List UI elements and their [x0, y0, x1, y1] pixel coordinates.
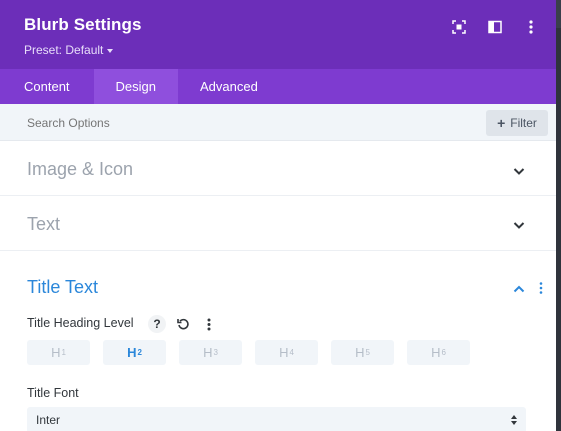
- more-vertical-icon[interactable]: [538, 281, 544, 295]
- heading-option-h1[interactable]: H1: [27, 340, 90, 365]
- tab-design[interactable]: Design: [93, 69, 179, 104]
- filter-button[interactable]: + Filter: [486, 110, 548, 136]
- panel-title: Blurb Settings: [24, 15, 142, 34]
- title-font-label: Title Font: [27, 386, 79, 400]
- heading-option-h3[interactable]: H3: [179, 340, 242, 365]
- preset-label: Preset: Default: [24, 43, 104, 57]
- help-icon[interactable]: ?: [148, 315, 166, 333]
- more-vertical-icon[interactable]: [522, 18, 540, 36]
- panel-header: Blurb Settings Preset: Default: [0, 0, 556, 69]
- select-updown-icon: [511, 415, 517, 425]
- title-font-select[interactable]: Inter: [27, 407, 526, 431]
- reset-icon[interactable]: [174, 315, 192, 333]
- search-options-input[interactable]: [27, 116, 327, 130]
- chevron-up-icon[interactable]: [512, 282, 526, 296]
- caret-down-icon: [107, 48, 114, 53]
- tab-advanced[interactable]: Advanced: [178, 69, 280, 104]
- blurb-settings-panel: Blurb Settings Preset: Default Content D…: [0, 0, 556, 431]
- plus-icon: +: [497, 115, 506, 131]
- section-title: Text: [27, 214, 61, 234]
- title-font-value: Inter: [36, 413, 61, 427]
- search-bar: + Filter: [0, 104, 556, 141]
- settings-tabs: Content Design Advanced: [0, 69, 556, 104]
- focus-icon[interactable]: [450, 18, 468, 36]
- heading-option-h6[interactable]: H6: [407, 340, 470, 365]
- preset-selector[interactable]: Preset: Default: [24, 43, 114, 57]
- heading-option-h2[interactable]: H2: [103, 340, 166, 365]
- section-title: Image & Icon: [27, 159, 134, 179]
- section-text[interactable]: Text: [0, 196, 556, 251]
- section-title-text: Title Text Title Heading Level ? H 1 H 2…: [0, 251, 556, 431]
- chevron-down-icon: [513, 168, 525, 175]
- chevron-down-icon: [513, 222, 525, 229]
- heading-option-h4[interactable]: H4: [255, 340, 318, 365]
- more-vertical-icon[interactable]: [200, 315, 218, 333]
- section-title[interactable]: Title Text: [27, 277, 98, 298]
- heading-level-options: H1 H2 H3 H4 H5 H6: [27, 340, 470, 365]
- split-view-icon[interactable]: [486, 18, 504, 36]
- section-image-icon[interactable]: Image & Icon: [0, 141, 556, 196]
- heading-option-h5[interactable]: H5: [331, 340, 394, 365]
- title-heading-level-label: Title Heading Level: [27, 316, 134, 330]
- tab-content[interactable]: Content: [0, 69, 94, 104]
- scrollbar[interactable]: [556, 28, 561, 431]
- filter-label: Filter: [510, 116, 537, 130]
